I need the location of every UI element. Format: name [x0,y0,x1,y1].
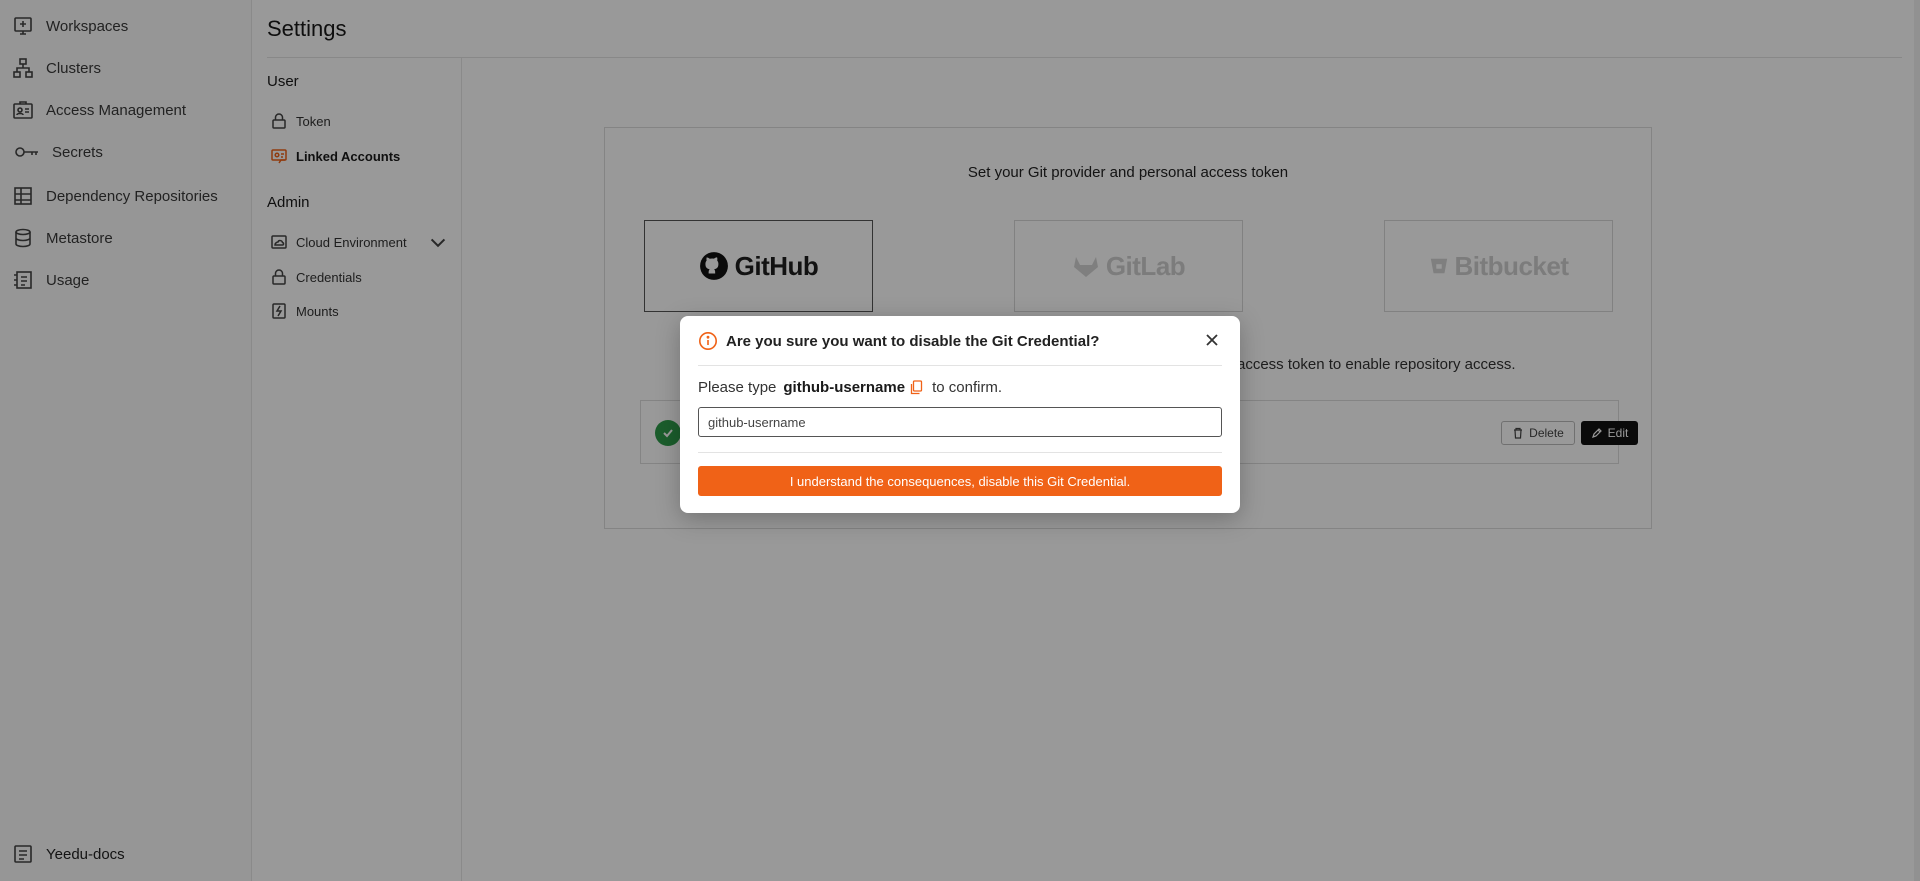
copy-icon[interactable] [909,380,924,395]
confirm-prompt: Please type github-username to confirm. [698,379,1002,396]
info-icon [699,332,717,350]
prompt-prefix: Please type [698,379,777,396]
disable-credential-dialog: Are you sure you want to disable the Git… [680,316,1240,513]
scrollbar[interactable] [1914,0,1920,881]
dialog-header: Are you sure you want to disable the Git… [698,331,1222,351]
close-icon[interactable] [1202,330,1222,350]
divider [698,365,1222,366]
confirm-username-input[interactable] [698,407,1222,437]
prompt-suffix: to confirm. [932,379,1003,396]
disable-credential-button[interactable]: I understand the consequences, disable t… [698,466,1222,496]
dialog-title: Are you sure you want to disable the Git… [726,332,1100,350]
username-to-type: github-username [783,379,906,396]
divider [698,452,1222,453]
